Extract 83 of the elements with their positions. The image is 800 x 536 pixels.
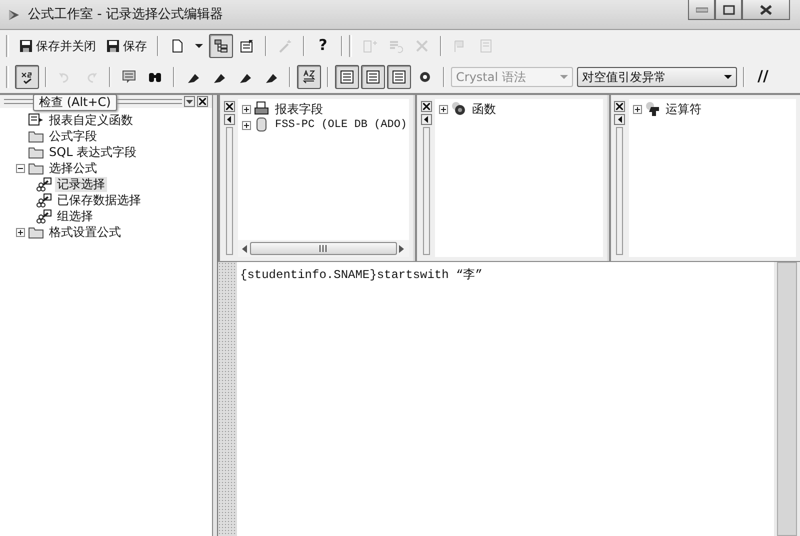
table-icon <box>366 70 380 84</box>
minimize-button[interactable] <box>688 0 715 20</box>
minimize-icon <box>696 6 708 12</box>
caret-icon <box>724 74 732 78</box>
close-button[interactable] <box>614 101 626 112</box>
sort-icon <box>302 70 316 84</box>
collapse-button[interactable] <box>224 114 234 125</box>
puzzle-icon <box>644 101 661 117</box>
document-icon <box>170 38 184 52</box>
toolbar-button[interactable]: ? <box>311 34 335 58</box>
comment-icon <box>122 70 136 84</box>
formula-editor[interactable]: {studentinfo.SNAME}startswith “李” <box>237 262 774 536</box>
caret-icon <box>186 100 193 104</box>
tree-item[interactable]: 函数 <box>470 102 498 116</box>
arrow-left-icon <box>618 116 622 123</box>
arrow-left-icon <box>227 116 231 123</box>
collapse-button[interactable] <box>614 114 626 125</box>
expand-icon[interactable] <box>242 120 251 130</box>
caret-icon <box>195 44 203 48</box>
formula-icon <box>36 176 52 192</box>
vertical-scrollbar[interactable] <box>774 262 800 536</box>
tree-item[interactable]: FSS-PC (OLE DB (ADO) <box>273 118 410 132</box>
formula-icon <box>36 208 52 224</box>
tree-item[interactable]: 运算符 <box>664 102 704 116</box>
tree-item[interactable]: 公式字段 <box>47 128 99 144</box>
table-button[interactable] <box>335 64 359 88</box>
dropdown[interactable]: 对空值引发异常 <box>577 66 737 86</box>
formula-text: {studentinfo.SNAME}startswith “李” <box>240 268 482 282</box>
check-button[interactable] <box>15 64 39 88</box>
toolbar-button[interactable]: 保存 <box>102 34 151 58</box>
horizontal-scrollbar[interactable] <box>238 240 410 257</box>
close-icon <box>760 4 772 14</box>
save-icon <box>19 38 33 52</box>
tree-item[interactable]: 格式设置公式 <box>47 224 123 240</box>
tree-button[interactable] <box>209 34 233 58</box>
tree-item[interactable]: 报表自定义函数 <box>47 112 135 128</box>
close-icon <box>226 103 232 110</box>
expand-icon[interactable] <box>439 104 448 114</box>
list-icon <box>389 38 403 52</box>
tree-item[interactable]: 报表字段 <box>273 102 325 116</box>
expand-icon[interactable] <box>242 104 251 114</box>
tree-item[interactable]: SQL 表达式字段 <box>47 144 139 160</box>
expand-icon[interactable] <box>16 228 25 236</box>
tree-item[interactable]: 记录选择 <box>55 176 107 192</box>
table-icon <box>392 70 406 84</box>
close-button[interactable] <box>224 101 234 112</box>
close-icon <box>422 103 430 110</box>
toolbar-button[interactable]: // <box>751 64 775 88</box>
insert-icon <box>363 38 377 52</box>
page-icon <box>479 38 493 52</box>
close-button[interactable] <box>197 96 208 107</box>
table-button[interactable] <box>387 64 411 88</box>
close-icon <box>199 98 206 105</box>
window-title: 公式工作室 - 记录选择公式编辑器 <box>28 6 223 24</box>
tree-item[interactable]: 选择公式 <box>47 160 99 176</box>
delete-icon <box>415 38 429 52</box>
close-button[interactable] <box>420 101 432 112</box>
save-icon <box>106 38 120 52</box>
collapse-icon[interactable] <box>16 164 25 172</box>
expand-icon[interactable] <box>632 104 642 114</box>
grip-icon <box>319 245 328 252</box>
wand-icon <box>278 38 292 52</box>
formula-icon <box>36 192 52 208</box>
tree-item[interactable]: 组选择 <box>55 208 95 224</box>
close-icon <box>616 103 624 110</box>
tooltip: 检查 (Alt+C) <box>33 94 117 111</box>
sort-button[interactable] <box>297 64 321 88</box>
arrow-right-icon <box>399 244 406 252</box>
form-icon <box>240 38 254 52</box>
maximize-icon <box>722 4 734 14</box>
arrow-left-icon <box>424 116 428 123</box>
function-icon <box>28 112 44 128</box>
check-icon <box>20 70 34 84</box>
caret-icon <box>560 74 568 78</box>
table-icon <box>340 70 354 84</box>
close-button[interactable] <box>742 0 790 20</box>
maximize-button[interactable] <box>715 0 742 20</box>
table-button[interactable] <box>361 64 385 88</box>
tree-item[interactable]: 已保存数据选择 <box>55 192 143 208</box>
menu-button[interactable] <box>184 96 195 107</box>
collapse-button[interactable] <box>420 114 432 125</box>
arrow-left-icon <box>242 244 248 252</box>
toolbar-button[interactable]: 保存并关闭 <box>15 34 100 58</box>
